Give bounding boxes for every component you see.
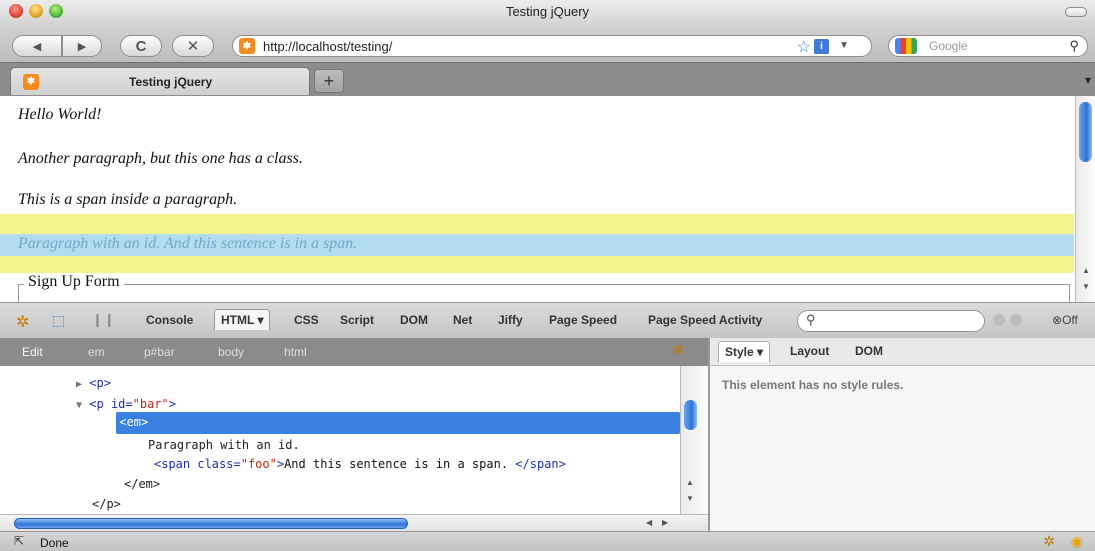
- tree-text-node[interactable]: Paragraph with an id.: [148, 438, 300, 452]
- paragraph-3: This is a span inside a paragraph.: [18, 191, 238, 208]
- scroll-left-icon[interactable]: ◀: [646, 518, 652, 527]
- site-info-icon[interactable]: i: [814, 39, 829, 54]
- toolbar-toggle-button[interactable]: [1065, 7, 1087, 17]
- reload-button[interactable]: C: [120, 35, 162, 57]
- firebug-search-input[interactable]: ⚲: [797, 310, 985, 332]
- tree-scroll-up-icon[interactable]: ▲: [686, 478, 694, 487]
- url-text[interactable]: http://localhost/testing/: [263, 39, 392, 54]
- back-icon: ◀: [32, 40, 42, 53]
- inspect-icon[interactable]: ⬚: [52, 312, 65, 329]
- no-style-message: This element has no style rules.: [722, 378, 904, 392]
- firebug-tab-dom[interactable]: DOM: [400, 313, 428, 327]
- firebug-tab-html[interactable]: HTML ▾: [214, 309, 271, 330]
- signup-fieldset: [18, 284, 1070, 302]
- forward-icon: ▶: [77, 40, 87, 53]
- breadcrumb-body[interactable]: body: [218, 345, 244, 359]
- navigation-toolbar: ◀ ▶ C ✕ ✱ http://localhost/testing/ ☆ i …: [0, 30, 1095, 62]
- firebug-off-button[interactable]: ⊗Off: [1052, 313, 1078, 327]
- url-dropdown-icon[interactable]: ▼: [839, 40, 849, 51]
- tab-label: Testing jQuery: [129, 74, 213, 89]
- firebug-corner-icon: ✲: [672, 342, 684, 358]
- tab-list-icon[interactable]: ▾: [1085, 73, 1091, 87]
- stop-button[interactable]: ✕: [172, 35, 214, 57]
- html-tree-scrollbar[interactable]: ▲ ▼: [680, 366, 708, 514]
- breadcrumb-em[interactable]: em: [88, 345, 105, 359]
- paragraph-bar: Paragraph with an id. And this sentence …: [18, 235, 358, 252]
- tab-favicon-icon: ✱: [23, 73, 39, 90]
- style-panel: This element has no style rules.: [708, 366, 1095, 531]
- breadcrumb-html[interactable]: html: [284, 345, 307, 359]
- firebug-tab-page-speed[interactable]: Page Speed: [549, 313, 617, 327]
- paragraph-2: Another paragraph, but this one has a cl…: [18, 150, 303, 167]
- firebug-tab-console[interactable]: Console: [146, 313, 193, 327]
- window-title: Testing jQuery: [505, 4, 590, 19]
- scroll-down-icon[interactable]: ▼: [1082, 282, 1090, 291]
- forward-button[interactable]: ▶: [62, 35, 102, 57]
- site-favicon-icon: ✱: [239, 38, 255, 54]
- tree-node-em[interactable]: ▼ <em>: [106, 415, 148, 429]
- collapse-icon[interactable]: ▼: [106, 418, 112, 429]
- tree-node-p-close: </p>: [92, 497, 121, 511]
- search-bar[interactable]: Google ⚲: [888, 35, 1088, 57]
- tree-node-span[interactable]: <span class="foo">And this sentence is i…: [154, 457, 566, 471]
- edit-button[interactable]: Edit: [22, 345, 43, 359]
- resize-icon: ⇱: [14, 534, 25, 548]
- firebug-icon[interactable]: ✲: [16, 312, 29, 332]
- firebug-next-icon[interactable]: [1010, 314, 1022, 326]
- status-firebug-icon[interactable]: ✲: [1043, 533, 1055, 550]
- expand-icon[interactable]: ▶: [76, 379, 82, 390]
- stop-icon: ✕: [186, 38, 200, 55]
- firebug-prev-icon[interactable]: [993, 314, 1005, 326]
- firebug-tab-script[interactable]: Script: [340, 313, 374, 327]
- firebug-off-label: Off: [1062, 313, 1078, 327]
- firebug-tab-page-speed-activity[interactable]: Page Speed Activity: [648, 313, 762, 327]
- new-tab-button[interactable]: +: [314, 69, 344, 93]
- scroll-right-icon[interactable]: ▶: [662, 518, 668, 527]
- highlight-top: [0, 214, 1074, 234]
- paragraph-1: Hello World!: [18, 106, 102, 123]
- tab-strip: ✱ Testing jQuery + ▾: [0, 62, 1095, 96]
- search-icon[interactable]: ⚲: [1069, 38, 1079, 54]
- firebug-tab-net[interactable]: Net: [453, 313, 472, 327]
- window-titlebar: Testing jQuery: [0, 0, 1095, 30]
- hscroll-thumb[interactable]: [14, 518, 408, 529]
- search-input[interactable]: Google: [929, 39, 968, 53]
- reload-icon: C: [135, 37, 147, 55]
- page-scrollbar[interactable]: ▲ ▼: [1075, 96, 1095, 302]
- tree-node-p[interactable]: ▶ <p>: [76, 376, 111, 390]
- tree-node-p-bar[interactable]: ▼ <p id="bar">: [76, 397, 176, 411]
- side-tab-dom[interactable]: DOM: [855, 344, 883, 358]
- side-tab-layout[interactable]: Layout: [790, 344, 829, 358]
- firebug-toolbar: ✲ ⬚ ❙❙ Console HTML ▾ CSS Script DOM Net…: [0, 302, 1095, 338]
- html-tree-hscrollbar[interactable]: ◀ ▶: [0, 514, 708, 531]
- status-yslow-icon[interactable]: ◉: [1071, 533, 1083, 550]
- breadcrumb-p-bar[interactable]: p#bar: [144, 345, 175, 359]
- tree-node-em-selected[interactable]: [116, 412, 680, 434]
- status-bar: ⇱ Done ✲ ◉: [0, 531, 1095, 551]
- bookmark-star-icon[interactable]: ☆: [797, 37, 811, 57]
- back-button[interactable]: ◀: [12, 35, 62, 57]
- html-breadcrumb-bar: Edit em p#bar body html ✲: [0, 338, 708, 366]
- page-content: Hello World! Another paragraph, but this…: [0, 96, 1095, 302]
- pause-icon[interactable]: ❙❙: [92, 312, 116, 328]
- page-scroll-thumb[interactable]: [1079, 102, 1092, 162]
- side-tab-style[interactable]: Style ▾: [718, 341, 771, 362]
- scroll-up-icon[interactable]: ▲: [1082, 266, 1090, 275]
- firebug-search-icon: ⚲: [806, 312, 816, 327]
- firebug-tab-css[interactable]: CSS: [294, 313, 319, 327]
- url-bar[interactable]: ✱ http://localhost/testing/ ☆ i ▼: [232, 35, 872, 57]
- html-tree-scroll-thumb[interactable]: [684, 400, 697, 430]
- fieldset-legend: Sign Up Form: [24, 273, 124, 291]
- status-text: Done: [40, 536, 69, 550]
- search-engine-icon[interactable]: [895, 38, 917, 54]
- collapse-icon[interactable]: ▼: [76, 400, 82, 411]
- highlight-bottom: [0, 256, 1074, 273]
- side-panel-tabs: Style ▾ Layout DOM: [708, 338, 1095, 366]
- html-tree: ▶ <p> ▼ <p id="bar"> ▼ <em> Paragraph wi…: [0, 366, 680, 514]
- tab-testing-jquery[interactable]: ✱ Testing jQuery: [10, 67, 310, 95]
- tree-scroll-down-icon[interactable]: ▼: [686, 494, 694, 503]
- tree-node-em-close: </em>: [124, 477, 161, 491]
- firebug-tab-jiffy[interactable]: Jiffy: [498, 313, 523, 327]
